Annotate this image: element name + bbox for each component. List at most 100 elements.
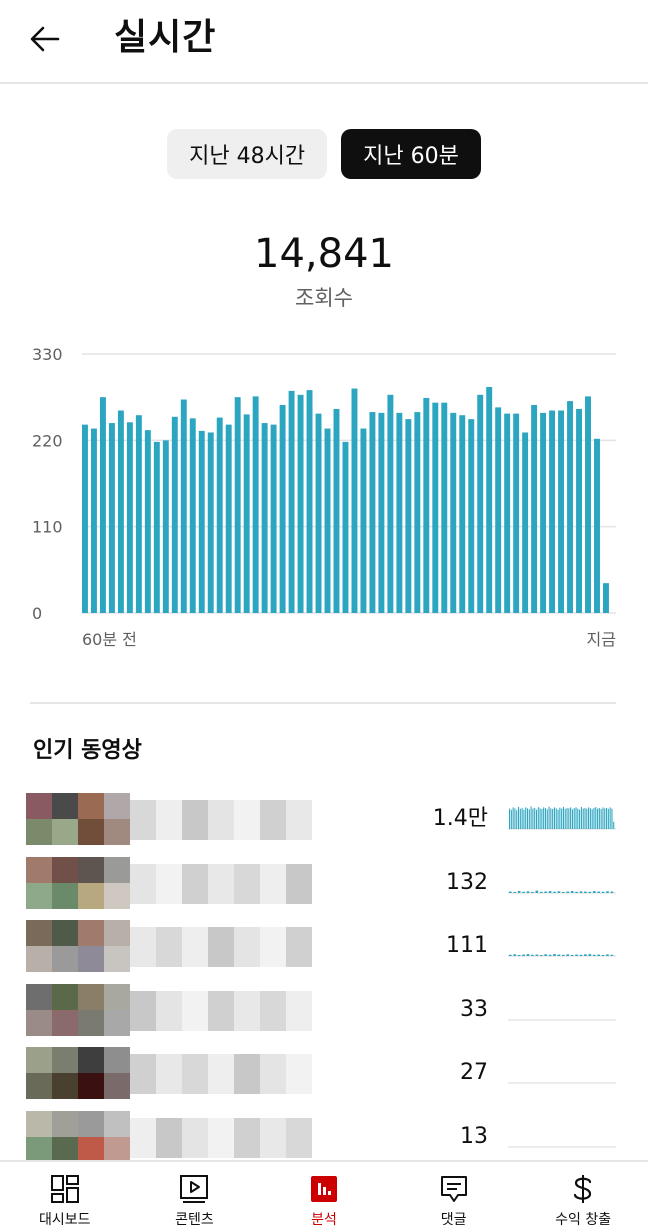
sparkline-bar <box>553 891 556 893</box>
sparkline-bar <box>575 954 578 956</box>
video-title-redacted <box>130 990 312 1031</box>
sparkline-bar <box>602 807 604 829</box>
sparkline-bar <box>548 954 552 956</box>
popular-videos-title: 인기 동영상 <box>33 738 142 763</box>
sparkline-bar <box>535 809 538 829</box>
sparkline-bar <box>582 808 584 829</box>
sparkline-bar <box>522 954 525 956</box>
sparkline-bar <box>568 808 570 829</box>
video-view-count: 27 <box>460 1060 488 1085</box>
sparkline-bar <box>598 808 600 829</box>
sparkline-bar <box>566 954 570 956</box>
chart-bar <box>414 412 421 613</box>
sparkline-bar <box>611 808 613 829</box>
chart-bar <box>162 440 169 613</box>
sparkline-bar <box>526 808 529 829</box>
video-trend-sparkline <box>508 1082 616 1084</box>
total-views-value: 14,841 <box>254 231 394 277</box>
chart-bar <box>585 396 591 613</box>
sparkline-bar <box>606 807 608 829</box>
chip-last-48-hours[interactable]: 지난 48시간 <box>167 129 328 179</box>
sparkline-bar <box>523 809 525 829</box>
popular-video-row[interactable]: 1.4만 <box>0 788 648 851</box>
sparkline-bar <box>575 891 578 893</box>
sparkline-bar <box>539 955 543 956</box>
sparkline-bar <box>600 809 602 829</box>
video-thumbnail <box>26 979 130 1042</box>
sparkline-bar <box>593 807 595 829</box>
analytics-icon <box>310 1176 337 1202</box>
chart-bar <box>315 413 322 613</box>
y-tick-label: 0 <box>32 604 42 623</box>
popular-video-row[interactable]: 27 <box>0 1042 648 1105</box>
sparkline-bar <box>530 806 532 829</box>
sparkline-bar <box>601 891 605 893</box>
sparkline-bar <box>517 890 521 893</box>
chart-bar <box>126 422 133 613</box>
sparkline-bar <box>513 954 517 956</box>
nav-item-analytics[interactable]: 분석 <box>259 1162 389 1232</box>
dashboard-icon <box>50 1175 79 1203</box>
chip-last-60-minutes[interactable]: 지난 60분 <box>341 129 481 179</box>
chart-bar <box>495 407 502 613</box>
chart-bar <box>207 432 214 613</box>
sparkline-bar <box>553 954 556 956</box>
nav-label: 수익 창출 <box>555 1212 612 1228</box>
sparkline-bar <box>579 890 583 893</box>
sparkline-bar <box>535 890 539 893</box>
nav-item-content[interactable]: 콘텐츠 <box>130 1162 260 1232</box>
sparkline-bar <box>557 954 561 956</box>
chart-bar <box>423 397 430 613</box>
sparkline-bar <box>573 808 575 829</box>
chart-bar <box>189 418 196 613</box>
popular-video-row[interactable]: 111 <box>0 915 648 978</box>
sparkline-bar <box>537 807 539 829</box>
chart-bar <box>288 390 295 613</box>
sparkline-bar <box>552 808 554 829</box>
sparkline-bar <box>521 807 523 829</box>
chart-bar <box>234 397 241 613</box>
popular-video-row[interactable]: 33 <box>0 979 648 1042</box>
video-thumbnail <box>26 788 130 851</box>
sparkline-bar <box>513 891 517 893</box>
nav-label: 대시보드 <box>39 1212 91 1228</box>
chart-bar <box>522 432 529 613</box>
chart-bar <box>432 402 439 613</box>
sparkline-bar <box>543 807 545 829</box>
sparkline-bar <box>541 809 543 829</box>
arrow-left-icon <box>30 26 60 52</box>
chart-bar <box>396 412 403 613</box>
video-title-redacted <box>130 800 312 840</box>
nav-item-comments[interactable]: 댓글 <box>389 1162 519 1232</box>
sparkline-bar <box>546 809 548 829</box>
sparkline-bar <box>548 890 552 893</box>
chart-bar <box>540 412 547 613</box>
nav-item-monetization[interactable]: 수익 창출 <box>518 1162 648 1232</box>
sparkline-bar <box>566 891 570 893</box>
video-thumbnail <box>26 915 130 978</box>
sparkline-bar <box>531 891 534 893</box>
nav-item-dashboard[interactable]: 대시보드 <box>0 1162 130 1232</box>
chart-bar <box>90 428 97 613</box>
popular-video-row[interactable]: 132 <box>0 852 648 915</box>
sparkline-bar <box>539 808 541 829</box>
sparkline-bar <box>566 807 568 829</box>
video-view-count: 132 <box>446 869 488 895</box>
chart-bar <box>252 396 259 613</box>
chart-bar <box>486 386 493 613</box>
back-button[interactable] <box>22 18 68 60</box>
chart-bar <box>279 405 286 613</box>
sparkline-bar <box>539 891 543 893</box>
chart-bar <box>135 415 142 613</box>
sparkline-bar <box>516 810 518 829</box>
sparkline-bar <box>613 821 615 829</box>
video-trend-sparkline <box>508 954 616 957</box>
y-tick-label: 110 <box>32 518 63 537</box>
sparkline-bar <box>517 955 521 956</box>
y-tick-label: 330 <box>32 345 63 364</box>
chart-bar <box>333 408 340 613</box>
chart-bar <box>306 390 313 613</box>
sparkline-bar <box>584 891 587 893</box>
sparkline-bar <box>557 890 561 893</box>
chart-bar <box>459 415 466 613</box>
